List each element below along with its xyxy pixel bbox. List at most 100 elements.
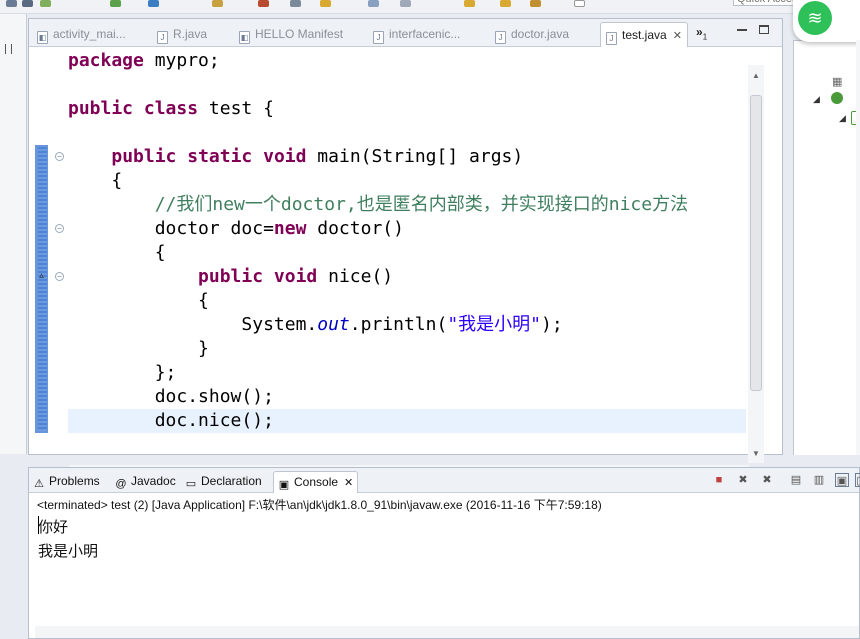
editor-tab[interactable]: ◧ activity_mai... xyxy=(37,22,126,47)
external-tools-icon[interactable] xyxy=(148,0,159,7)
editor-tab-bar: ◧ activity_mai... J R.java ◧ HELLO Manifest Ji… xyxy=(29,19,782,47)
fold-toggle-icon[interactable]: − xyxy=(55,152,64,161)
code-line[interactable]: }; xyxy=(68,361,746,385)
code-line[interactable]: public static void main(String[] args) xyxy=(68,145,746,169)
right-edge-bar xyxy=(856,40,860,455)
editor-tab-label: test.java xyxy=(622,28,667,42)
code-line[interactable]: public void nice() xyxy=(68,265,746,289)
code-line[interactable] xyxy=(68,73,746,97)
override-marker-icon: ▵ xyxy=(39,270,44,280)
save-icon[interactable] xyxy=(6,0,17,7)
view-tab[interactable]: @ Javadoc xyxy=(115,471,176,493)
class-icon xyxy=(831,92,843,104)
new-class-icon[interactable] xyxy=(258,0,269,7)
editor-tab[interactable]: Jinterfacenic... xyxy=(373,22,460,47)
perspective-icon[interactable] xyxy=(574,0,585,7)
console-output-line[interactable]: 你好 xyxy=(38,516,68,537)
android-xml-icon: ◧ xyxy=(37,31,48,44)
editor-tab-label: doctor.java xyxy=(511,27,570,41)
wifi-widget[interactable]: ≋ xyxy=(793,0,860,42)
run-icon[interactable] xyxy=(110,0,121,7)
view-tab[interactable]: ▭ Declaration xyxy=(185,471,262,493)
fold-toggle-icon[interactable]: − xyxy=(55,272,64,281)
console-output-line[interactable]: 我是小明 xyxy=(38,540,98,561)
code-line[interactable]: doctor doc=new doctor() xyxy=(68,217,746,241)
code-line[interactable]: } xyxy=(68,337,746,361)
clear-console-icon[interactable]: ▤ xyxy=(789,473,803,487)
java-file-icon: J xyxy=(606,32,617,45)
view-tab[interactable]: ▣ Console ✕ xyxy=(273,471,359,493)
forward-icon[interactable] xyxy=(500,0,511,7)
code-line[interactable]: { xyxy=(68,241,746,265)
close-tab-icon[interactable]: ✕ xyxy=(673,30,682,42)
console-status: <terminated> test (2) [Java Application]… xyxy=(37,498,602,512)
search-icon[interactable] xyxy=(320,0,331,7)
next-annotation-icon[interactable] xyxy=(368,0,379,7)
bottom-tab-bar: ⚠ Problems @ Javadoc ▭ Declaration ▣ Console ✕ xyxy=(29,468,859,493)
editor-tab-label: activity_mai... xyxy=(53,27,126,41)
expand-icon[interactable]: ◢ xyxy=(839,113,846,124)
main-toolbar xyxy=(0,0,860,14)
remove-launch-icon[interactable]: ✖ xyxy=(736,473,750,487)
terminate-icon[interactable]: ■ xyxy=(712,473,726,487)
java-editor: ◧ activity_mai... J R.java ◧ HELLO Manifest Ji… xyxy=(28,18,783,481)
view-tab-label: Console xyxy=(294,475,339,489)
declaration-icon: ▭ xyxy=(185,478,197,490)
vertical-scrollbar[interactable]: ▲ ▼ xyxy=(748,65,764,463)
editor-tab[interactable]: J R.java xyxy=(157,22,207,47)
android-xml-icon: ◧ xyxy=(239,31,250,44)
view-tab-label: Declaration xyxy=(201,474,262,488)
save-all-icon[interactable] xyxy=(22,0,33,7)
code-line[interactable]: package mypro; xyxy=(68,49,746,73)
editor-tab[interactable]: Jdoctor.java xyxy=(495,22,569,47)
code-line[interactable]: { xyxy=(68,169,746,193)
code-line[interactable] xyxy=(68,121,746,145)
code-line[interactable]: //我们new一个doctor,也是匿名内部类，并实现接口的nice方法 xyxy=(68,193,746,217)
view-tab-label: Problems xyxy=(49,474,100,488)
restore-icon[interactable] xyxy=(5,44,12,54)
editor-tab[interactable]: ◧ HELLO Manifest xyxy=(239,22,343,47)
display-console-icon[interactable]: ▢ xyxy=(855,473,860,487)
fold-toggle-icon[interactable]: − xyxy=(55,224,64,233)
change-ruler-pattern xyxy=(38,147,47,431)
new-package-icon[interactable] xyxy=(212,0,223,7)
problems-icon: ⚠ xyxy=(34,478,44,490)
editor-tab-label: R.java xyxy=(173,27,208,41)
back-icon[interactable] xyxy=(464,0,475,7)
tab-overflow-button[interactable]: »1 xyxy=(696,25,707,41)
scroll-lock-icon[interactable]: ▥ xyxy=(812,473,826,487)
editor-tab-label: interfacenic... xyxy=(389,27,461,41)
last-edit-icon[interactable] xyxy=(530,0,541,7)
scroll-down-icon[interactable]: ▼ xyxy=(752,449,760,458)
prev-annotation-icon[interactable] xyxy=(400,0,411,7)
code-line[interactable]: public class test { xyxy=(68,97,746,121)
wifi-icon: ≋ xyxy=(798,1,832,35)
expand-icon[interactable]: ◢ xyxy=(813,94,820,105)
package-icon: ▦ xyxy=(832,76,843,88)
java-file-icon: J xyxy=(495,31,506,44)
code-line[interactable]: doc.show(); xyxy=(68,385,746,409)
java-file-icon: J xyxy=(157,31,168,44)
console-view: ⚠ Problems @ Javadoc ▭ Declaration ▣ Console ✕ ■… xyxy=(28,467,860,639)
console-icon: ▣ xyxy=(278,479,290,491)
java-file-icon: J xyxy=(373,31,384,44)
open-type-icon[interactable] xyxy=(290,0,301,7)
outline-panel: ▦ ◢ ◢ xyxy=(793,40,860,455)
view-tab-label: Javadoc xyxy=(131,474,176,488)
code-line[interactable]: { xyxy=(68,289,746,313)
debug-icon[interactable] xyxy=(40,0,51,7)
pin-console-icon[interactable]: ▣ xyxy=(835,473,849,487)
code-line[interactable]: System.out.println("我是小明"); xyxy=(68,313,746,337)
console-horizontal-scrollbar[interactable] xyxy=(35,626,859,638)
scroll-up-icon[interactable]: ▲ xyxy=(752,71,760,80)
scroll-thumb[interactable] xyxy=(750,95,762,391)
code-area[interactable]: − − − ▵ package mypro; public class test … xyxy=(29,47,782,481)
code-line[interactable]: doc.nice(); xyxy=(68,409,746,433)
close-tab-icon[interactable]: ✕ xyxy=(344,477,353,489)
editor-tab[interactable]: Jtest.java ✕ xyxy=(600,22,688,47)
view-tab[interactable]: ⚠ Problems xyxy=(33,471,100,493)
javadoc-icon: @ xyxy=(115,478,127,490)
maximize-icon[interactable] xyxy=(759,25,769,34)
minimize-icon[interactable] xyxy=(737,29,747,31)
remove-all-icon[interactable]: ✖ xyxy=(760,473,774,487)
